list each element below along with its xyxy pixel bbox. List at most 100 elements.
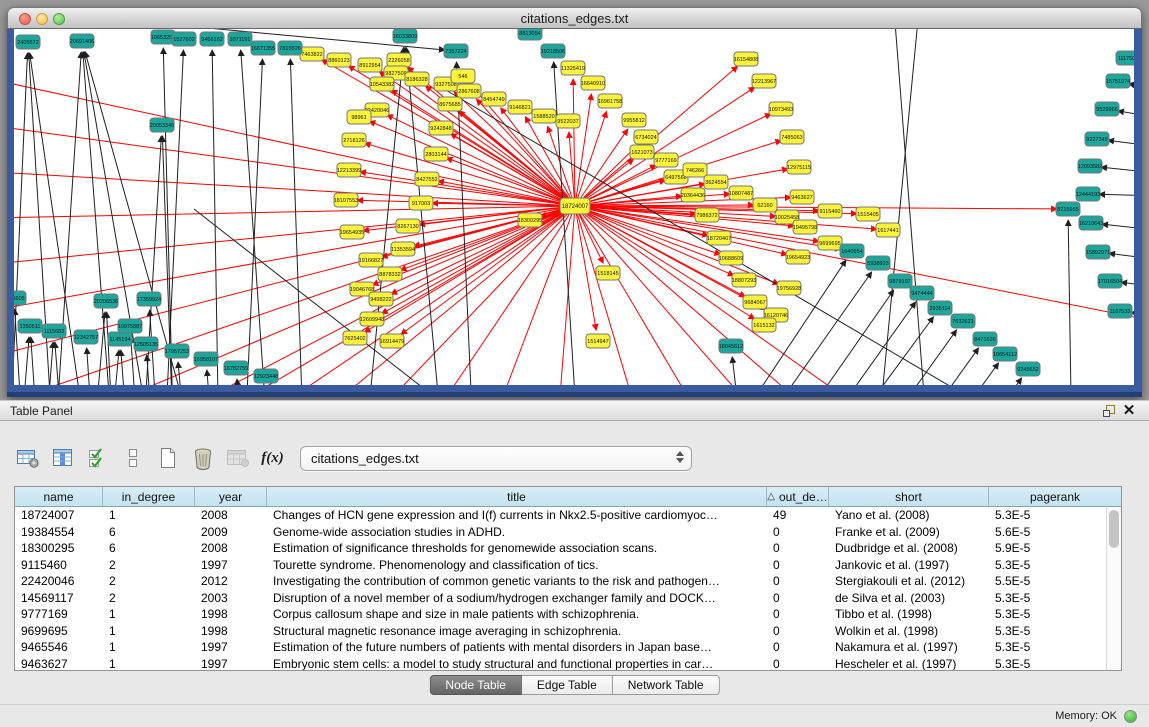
network-node[interactable]: 17359924 (137, 292, 161, 306)
column-header-pagerank[interactable]: pagerank (989, 487, 1121, 506)
network-node[interactable]: 9463627 (790, 190, 814, 204)
network-node[interactable]: 16033809 (393, 29, 417, 43)
network-node[interactable]: 10973493 (769, 102, 793, 116)
network-node[interactable]: 11325419 (561, 61, 585, 75)
network-node[interactable]: 9227349 (1085, 132, 1109, 146)
network-node[interactable]: 11353594 (391, 242, 415, 256)
network-node[interactable]: 9245652 (1016, 362, 1040, 376)
network-node[interactable]: 9529966 (1095, 102, 1119, 116)
column-header-out_de[interactable]: △out_de… (767, 487, 829, 506)
network-window-titlebar[interactable]: citations_edges.txt (7, 7, 1142, 29)
network-node[interactable]: 19756928 (777, 281, 801, 295)
network-node[interactable]: 16671355 (251, 41, 275, 55)
delete-column-button[interactable] (187, 442, 218, 474)
network-node[interactable]: 9684067 (743, 295, 767, 309)
network-node[interactable]: 20691406 (70, 34, 94, 48)
network-node[interactable]: 7986372 (695, 208, 719, 222)
network-node[interactable]: 1617441 (876, 223, 900, 237)
table-row[interactable]: 1938455462009Genome-wide association stu… (15, 524, 1106, 541)
network-node[interactable]: 16154808 (734, 52, 758, 66)
network-node[interactable]: 8186328 (405, 72, 429, 86)
network-node[interactable]: 2226058 (387, 53, 411, 67)
column-header-in_degree[interactable]: in_degree (103, 487, 195, 506)
network-node[interactable]: 10654112 (993, 347, 1017, 361)
network-node[interactable]: 20364436 (681, 188, 705, 202)
network-node[interactable]: 5938923 (866, 256, 890, 270)
scrollbar-thumb[interactable] (1109, 510, 1119, 548)
network-node[interactable]: 7463822 (300, 47, 324, 61)
network-node[interactable]: 19166827 (359, 253, 383, 267)
network-node[interactable]: 62160 (753, 198, 777, 212)
row-selection-button[interactable] (117, 442, 148, 474)
network-node[interactable]: 8215955 (1056, 202, 1080, 216)
network-node[interactable]: 8675685 (438, 97, 462, 111)
table-row[interactable]: 946554611997Estimation of the future num… (15, 639, 1106, 656)
network-node[interactable]: 2718126 (342, 133, 366, 147)
delete-table-button[interactable] (222, 442, 253, 474)
network-node[interactable]: 7357224 (444, 44, 468, 58)
network-node[interactable]: 10543382 (370, 77, 394, 91)
network-node[interactable]: 1145194 (108, 332, 132, 346)
network-node[interactable]: 9522037 (556, 114, 580, 128)
column-header-name[interactable]: name (15, 487, 103, 506)
network-node[interactable]: 16210643 (1079, 216, 1103, 230)
network-node[interactable]: 1350511 (18, 319, 42, 333)
network-node[interactable]: 12609948 (360, 312, 384, 326)
table-row[interactable]: 911546021997Tourette syndrome. Phenomeno… (15, 557, 1106, 574)
network-node[interactable]: 6734024 (634, 130, 658, 144)
network-node[interactable]: 8454749 (482, 92, 506, 106)
network-node[interactable]: 9879197 (888, 274, 912, 288)
network-node[interactable]: 1615132 (752, 318, 776, 332)
table-row[interactable]: 969969511998Structural magnetic resonanc… (15, 623, 1106, 640)
tab-network-table[interactable]: Network Table (613, 675, 720, 695)
network-node[interactable]: 1588520 (532, 109, 556, 123)
network-node[interactable]: 18300295 (518, 213, 542, 227)
table-row[interactable]: 946362711997Embryonic stem cells: a mode… (15, 656, 1106, 671)
network-node[interactable]: 20206536 (94, 294, 118, 308)
network-node[interactable]: 18045612 (719, 339, 743, 353)
create-column-button[interactable] (152, 442, 183, 474)
network-node[interactable]: 18107553 (334, 193, 358, 207)
network-node[interactable]: 1621073 (630, 145, 654, 159)
network-node[interactable]: 7815526 (278, 41, 302, 55)
network-node[interactable]: 2405572 (16, 35, 40, 49)
close-panel-button[interactable]: ✕ (1119, 402, 1139, 420)
network-node[interactable]: 9242848 (429, 121, 453, 135)
network-node[interactable]: 16958107 (194, 352, 218, 366)
column-header-title[interactable]: title (267, 487, 767, 506)
network-node[interactable]: 1117504 (1116, 51, 1134, 65)
table-vertical-scrollbar[interactable] (1106, 507, 1121, 670)
network-node[interactable]: 16914479 (380, 334, 404, 348)
network-node[interactable]: 15751074 (1106, 74, 1130, 88)
network-node[interactable]: 9699695 (818, 236, 842, 250)
network-node[interactable]: 18724007 (560, 198, 590, 214)
network-node[interactable]: 9115460 (818, 204, 842, 218)
tab-node-table[interactable]: Node Table (429, 675, 522, 695)
network-node[interactable]: 9474444 (910, 286, 934, 300)
network-node[interactable]: 8912954 (358, 58, 382, 72)
select-all-rows-button[interactable] (82, 442, 113, 474)
network-node[interactable]: 9498222 (369, 292, 393, 306)
network-node[interactable]: 1115683 (42, 324, 66, 338)
network-node[interactable]: 2867608 (457, 84, 481, 98)
network-node[interactable]: 9777169 (654, 153, 678, 167)
network-node[interactable]: 10688609 (719, 251, 743, 265)
network-node[interactable]: 18807293 (732, 273, 756, 287)
network-node[interactable]: 12213399 (337, 163, 361, 177)
network-node[interactable]: 8860123 (327, 53, 351, 67)
network-node[interactable]: 7632621 (951, 314, 975, 328)
network-node[interactable]: 12444193 (1076, 187, 1100, 201)
network-node[interactable]: 8813054 (518, 29, 542, 40)
network-node[interactable]: 19218506 (541, 44, 565, 58)
network-node[interactable]: 18720407 (707, 231, 731, 245)
table-row[interactable]: 1872400712008Changes of HCN gene express… (15, 507, 1106, 524)
network-node[interactable]: 12923448 (254, 369, 278, 383)
network-node[interactable]: 2516605 (14, 291, 26, 305)
network-node[interactable]: 3624554 (704, 175, 728, 189)
network-node[interactable]: 1071191 (228, 32, 252, 46)
column-header-short[interactable]: short (829, 487, 989, 506)
network-node[interactable]: 17016504 (1098, 274, 1122, 288)
zoom-window-button[interactable] (53, 13, 65, 25)
network-node[interactable]: 546 (451, 69, 475, 83)
network-node[interactable]: 19495798 (793, 220, 817, 234)
